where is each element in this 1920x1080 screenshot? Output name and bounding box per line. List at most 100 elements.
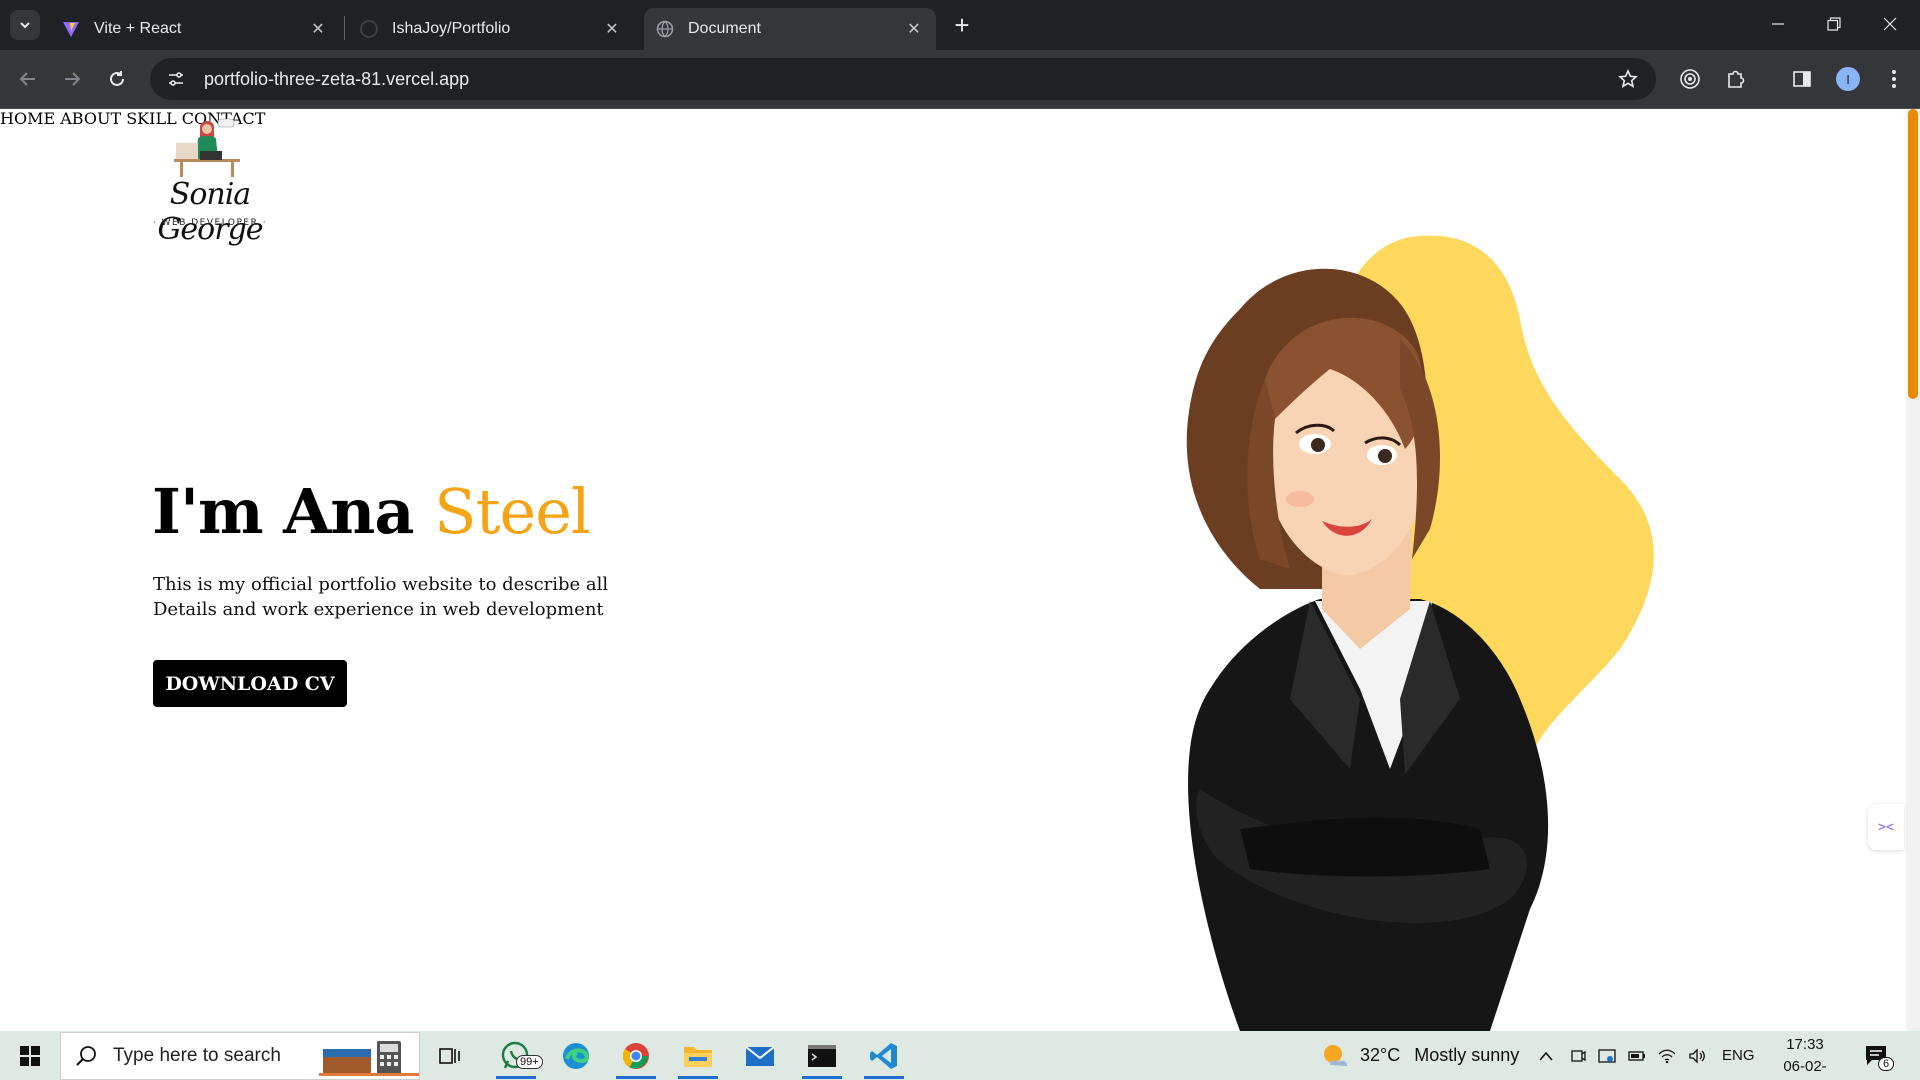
task-view-button[interactable] [424, 1031, 476, 1080]
tab-title: Document [688, 20, 761, 37]
hero-title: I'm Ana Steel [152, 475, 591, 548]
edge-app[interactable] [550, 1031, 602, 1080]
close-icon [1883, 17, 1897, 31]
puzzle-icon [1728, 70, 1745, 88]
windows-icon [20, 1045, 40, 1066]
scrollbar-thumb[interactable] [1908, 109, 1918, 399]
avatar: I [1836, 67, 1860, 91]
side-panel-icon [1793, 71, 1811, 87]
clock-date: 06-02-2024 [1783, 1058, 1827, 1075]
mail-app[interactable] [734, 1031, 786, 1080]
close-icon[interactable]: ✕ [904, 19, 924, 39]
wifi-icon[interactable] [1658, 1048, 1676, 1064]
chevron-up-icon[interactable] [1538, 1050, 1554, 1062]
close-window-button[interactable] [1862, 0, 1918, 48]
web-page: Sonia George · WEB DEVELOPER · HOME ABOU… [0, 109, 1920, 1031]
taskbar-search[interactable]: Type here to search [60, 1032, 420, 1080]
globe-icon [656, 20, 674, 38]
close-icon[interactable]: ✕ [602, 19, 622, 39]
back-button[interactable] [12, 63, 44, 95]
notification-center-button[interactable]: 6 [1864, 1031, 1895, 1080]
weather-condition: Mostly sunny [1414, 1045, 1520, 1065]
tab-title: IshaJoy/Portfolio [392, 20, 511, 37]
language-indicator[interactable]: ENG [1722, 1047, 1755, 1064]
vite-icon [62, 20, 80, 38]
task-view-icon [439, 1047, 460, 1064]
more-vertical-icon [1892, 70, 1896, 88]
folder-icon [684, 1046, 712, 1067]
forward-button[interactable] [56, 63, 88, 95]
side-panel-button[interactable] [1786, 63, 1818, 95]
site-info-button[interactable] [156, 59, 196, 99]
tab-separator [344, 16, 345, 40]
reload-button[interactable] [101, 63, 133, 95]
restore-button[interactable] [1806, 0, 1862, 48]
taskbar: Type here to search 99+ 32°C Mostly sunn… [0, 1031, 1920, 1080]
browser-tab-bar: Vite + React ✕ IshaJoy/Portfolio ✕ Docum… [0, 0, 1920, 50]
edge-icon [563, 1042, 590, 1069]
hero-greeting: I'm Ana [152, 475, 415, 548]
vscode-app[interactable] [858, 1031, 910, 1080]
calculator-wallet-icon [319, 1041, 419, 1076]
chrome-icon [622, 1042, 649, 1069]
page-scrollbar[interactable] [1906, 109, 1920, 1031]
tab-vite-react[interactable]: Vite + React ✕ [50, 8, 340, 50]
reload-icon [110, 71, 124, 86]
notification-badge: 99+ [516, 1055, 543, 1069]
chrome-app[interactable] [610, 1031, 662, 1080]
terminal-icon [808, 1044, 836, 1067]
nav-about-link[interactable]: ABOUT [60, 109, 121, 128]
hero-illustration [1186, 235, 1654, 1031]
tab-title: Vite + React [94, 20, 182, 37]
system-tray: ENG [1538, 1031, 1755, 1080]
logo-name: Sonia George [157, 177, 263, 247]
camera-icon[interactable] [1570, 1048, 1586, 1064]
hero-description: This is my official portfolio website to… [153, 574, 609, 620]
mail-icon [745, 1045, 775, 1066]
tab-document[interactable]: Document ✕ [644, 8, 936, 50]
terminal-app[interactable] [796, 1031, 848, 1080]
extension-target-button[interactable] [1674, 63, 1706, 95]
address-bar[interactable]: portfolio-three-zeta-81.vercel.app [150, 58, 1656, 100]
minimize-button[interactable] [1750, 0, 1806, 48]
battery-icon[interactable] [1628, 1050, 1646, 1062]
close-icon[interactable]: ✕ [308, 19, 328, 39]
bookmark-button[interactable] [1608, 59, 1648, 99]
new-tab-button[interactable]: + [948, 12, 976, 40]
target-icon [1680, 69, 1700, 89]
nav-home-link[interactable]: HOME [0, 109, 55, 128]
clock-time: 17:33 [1786, 1036, 1824, 1053]
developer-illustration [174, 118, 240, 177]
minimize-icon [1772, 23, 1784, 25]
start-button[interactable] [0, 1031, 60, 1080]
floating-sidebar-tab[interactable]: >< [1868, 804, 1904, 850]
tune-icon [169, 72, 183, 86]
weather-widget[interactable]: 32°C Mostly sunny [1322, 1031, 1519, 1080]
arrow-left-icon [19, 72, 35, 86]
weather-sun-cloud-icon [1324, 1044, 1348, 1066]
volume-icon[interactable] [1688, 1047, 1706, 1064]
extensions-button[interactable] [1720, 63, 1752, 95]
chevron-down-icon [20, 22, 30, 29]
download-cv-button[interactable]: DOWNLOAD CV [153, 660, 347, 707]
star-icon [1618, 69, 1638, 88]
arrow-right-icon [65, 72, 81, 86]
weather-temp: 32°C [1360, 1045, 1401, 1065]
file-explorer-app[interactable] [672, 1031, 724, 1080]
clock[interactable]: 17:33 06-02-2024 [1768, 1034, 1842, 1080]
hero-name-highlight: Steel [434, 475, 591, 548]
tab-github-portfolio[interactable]: IshaJoy/Portfolio ✕ [348, 8, 634, 50]
whatsapp-app[interactable]: 99+ [490, 1031, 543, 1080]
site-logo[interactable]: Sonia George · WEB DEVELOPER · [130, 117, 290, 247]
restore-icon [1827, 17, 1841, 31]
menu-button[interactable] [1878, 63, 1910, 95]
code-icon: >< [1878, 819, 1894, 835]
profile-button[interactable]: I [1832, 63, 1864, 95]
search-icon [61, 1045, 113, 1067]
security-icon[interactable] [1598, 1048, 1616, 1064]
tab-search-button[interactable] [10, 10, 40, 40]
browser-toolbar: portfolio-three-zeta-81.vercel.app I [0, 50, 1920, 109]
vscode-icon [870, 1042, 897, 1069]
logo-subtitle: · WEB DEVELOPER · [152, 218, 268, 228]
url-text[interactable]: portfolio-three-zeta-81.vercel.app [204, 69, 1608, 90]
